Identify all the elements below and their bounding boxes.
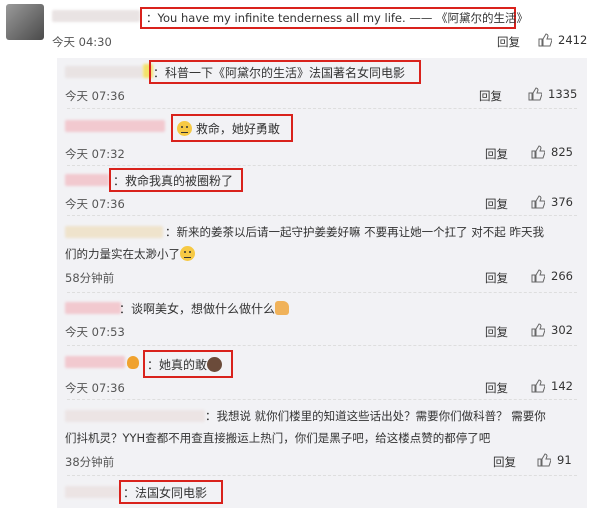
top-comment: ：You have my infinite tenderness all my … <box>0 0 601 60</box>
comment-text: ：法国女同电影 <box>123 486 208 500</box>
blurred-username <box>65 120 165 132</box>
timestamp: 今天 07:36 <box>65 381 125 395</box>
divider <box>67 399 577 400</box>
like-count: 91 <box>557 453 572 467</box>
blurred-username <box>65 66 143 78</box>
divider <box>67 215 577 216</box>
divider <box>67 475 577 476</box>
thumbs-up-emoji-icon <box>275 301 290 315</box>
timestamp: 今天 07:32 <box>65 147 125 161</box>
badge-icon <box>127 356 139 369</box>
timestamp: 今天 07:36 <box>65 197 125 211</box>
reply-button[interactable]: 回复 <box>479 88 502 104</box>
like-button[interactable]: 142 <box>531 379 573 393</box>
like-count: 302 <box>551 323 573 337</box>
thumbs-up-icon <box>531 195 545 209</box>
avatar[interactable] <box>6 4 44 40</box>
reply-thread: ：科普一下《阿黛尔的生活》法国著名女同电影 今天 07:36 回复 1335 救… <box>57 58 587 508</box>
reply-button[interactable]: 回复 <box>485 196 508 212</box>
reply-button[interactable]: 回复 <box>493 454 516 470</box>
like-count: 266 <box>551 269 573 283</box>
divider <box>67 345 577 346</box>
like-count: 142 <box>551 379 573 393</box>
like-count: 825 <box>551 145 573 159</box>
comment-text: ：科普一下《阿黛尔的生活》法国著名女同电影 <box>153 66 406 80</box>
comment-text: ：谈啊美女，想做什么做什么 <box>119 302 276 316</box>
comment-text: ：You have my infinite tenderness all my … <box>146 11 528 25</box>
reply-button[interactable]: 回复 <box>497 34 520 50</box>
like-count: 376 <box>551 195 573 209</box>
divider <box>67 108 577 109</box>
reply-button[interactable]: 回复 <box>485 324 508 340</box>
blurred-username <box>52 10 140 22</box>
like-button[interactable]: 302 <box>531 323 573 337</box>
thumbs-up-icon <box>537 453 551 467</box>
timestamp: 38分钟前 <box>65 455 115 469</box>
comment-text-line1: ：我想说 就你们楼里的知道这些话出处？需要你们做科普？ 需要你 <box>205 409 546 423</box>
divider <box>67 292 577 293</box>
like-count: 1335 <box>548 87 578 101</box>
thumbs-up-icon <box>531 323 545 337</box>
like-button[interactable]: 825 <box>531 145 573 159</box>
blurred-username <box>65 356 125 368</box>
blurred-username <box>65 174 109 186</box>
like-button[interactable]: 376 <box>531 195 573 209</box>
blurred-username <box>65 410 205 422</box>
thumbs-up-icon <box>538 33 552 47</box>
worried-face-icon <box>180 246 195 261</box>
comment-content: 救命，她好勇敢 <box>177 120 280 137</box>
reply-button[interactable]: 回复 <box>485 270 508 286</box>
comment-text: ：救命我真的被圈粉了 <box>113 174 234 188</box>
reply-button[interactable]: 回复 <box>485 380 508 396</box>
timestamp: 今天 04:30 <box>52 35 112 49</box>
comment-text: 救命，她好勇敢 <box>195 122 280 136</box>
comment-text-line2: 们抖机灵？YYH查都不用查直接搬运上热门，你们是黑子吧，给这楼点赞的都停了吧 <box>65 431 491 445</box>
timestamp: 58分钟前 <box>65 271 115 285</box>
comment-content: ：她真的敢 <box>147 356 223 373</box>
thumbs-up-icon <box>531 379 545 393</box>
reply-button[interactable]: 回复 <box>485 146 508 162</box>
timestamp: 今天 07:36 <box>65 89 125 103</box>
timestamp: 今天 07:53 <box>65 325 125 339</box>
like-button[interactable]: 266 <box>531 269 573 283</box>
blurred-username <box>65 302 121 314</box>
like-button[interactable]: 1335 <box>528 87 577 101</box>
like-button[interactable]: 91 <box>537 453 572 467</box>
thumbs-up-icon <box>531 145 545 159</box>
thumbs-up-icon <box>531 269 545 283</box>
thumbs-up-icon <box>528 87 542 101</box>
face-emoji-icon <box>207 357 223 372</box>
worried-face-icon <box>177 121 192 136</box>
like-count: 2412 <box>558 33 588 47</box>
like-button[interactable]: 2412 <box>538 33 587 47</box>
comment-text-line2: 们的力量实在太渺小了 <box>65 246 195 262</box>
blurred-username <box>65 486 121 498</box>
comment-content: ：谈啊美女，想做什么做什么 <box>119 300 290 317</box>
comment-text-line1: ：新来的姜茶以后请一起守护姜姜好嘛 不要再让她一个扛了 对不起 昨天我 <box>165 225 544 239</box>
divider <box>67 165 577 166</box>
comment-text: ：她真的敢 <box>147 358 208 372</box>
blurred-username <box>65 226 163 238</box>
